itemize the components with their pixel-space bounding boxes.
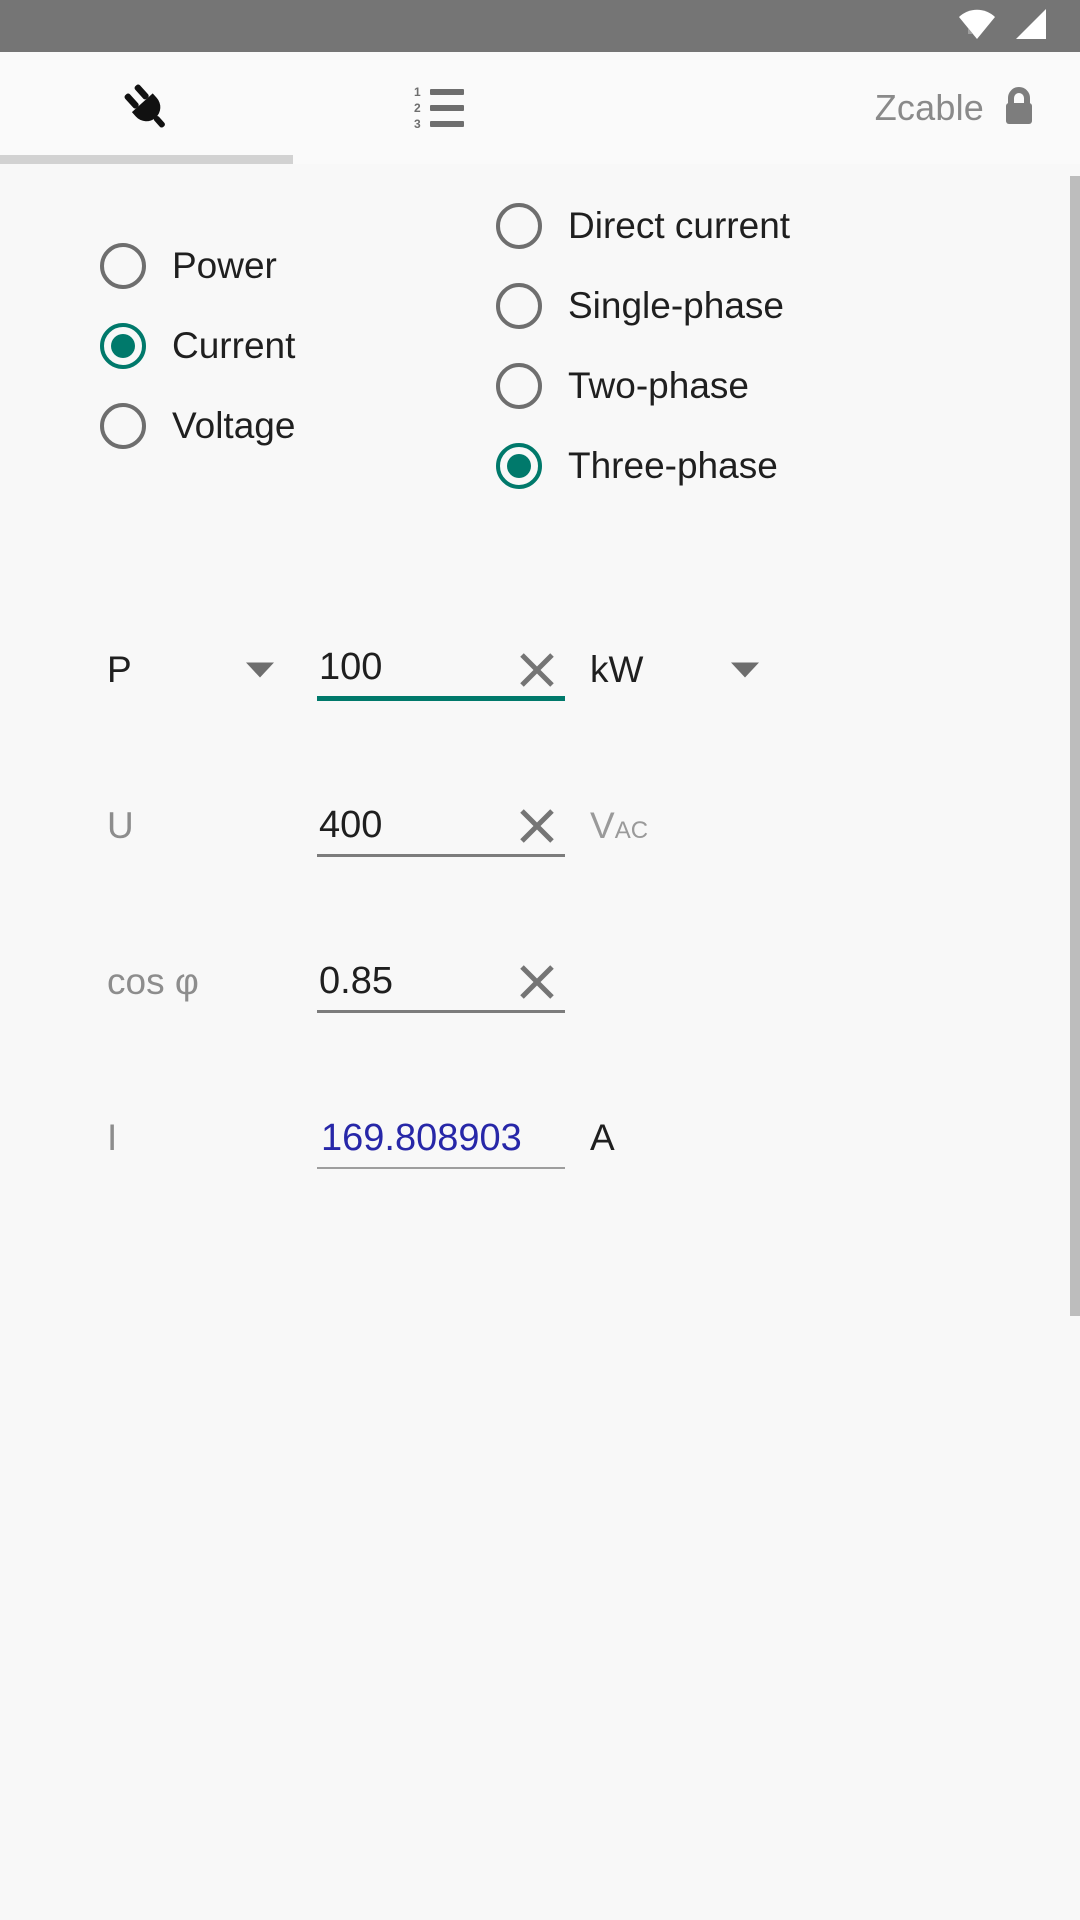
tab-indicator xyxy=(0,155,293,164)
radio-option-power[interactable]: Power xyxy=(100,226,295,306)
radio-option-single-phase[interactable]: Single-phase xyxy=(496,266,790,346)
clear-icon-power[interactable] xyxy=(515,648,559,692)
field-row-power: P 100 kW xyxy=(0,592,1080,748)
radio-label-voltage: Voltage xyxy=(172,405,296,446)
radio-groups: Power Current Voltage Direct current Sin… xyxy=(0,164,1080,584)
field-label-power: P xyxy=(107,649,132,690)
field-unit-voltage: VAC xyxy=(590,805,648,847)
tab-calculator[interactable] xyxy=(0,52,293,164)
field-value-voltage: 400 xyxy=(319,804,383,846)
radio-icon-voltage[interactable] xyxy=(100,403,146,449)
field-label-power-factor: cos φ xyxy=(107,961,199,1002)
app-title: Zcable xyxy=(874,87,984,128)
wifi-icon xyxy=(956,8,998,45)
scrollbar-thumb[interactable] xyxy=(1070,176,1080,1316)
numbered-list-icon: 1 2 3 xyxy=(414,85,466,131)
radio-label-two-phase: Two-phase xyxy=(568,365,749,406)
field-input-current-result: 169.808903 xyxy=(317,1107,565,1169)
field-row-voltage: U 400 VAC xyxy=(0,748,1080,904)
radio-label-direct-current: Direct current xyxy=(568,205,791,246)
chevron-down-icon-power-unit[interactable] xyxy=(731,662,759,678)
field-unit-voltage-sub: AC xyxy=(614,817,649,844)
field-value-current-result: 169.808903 xyxy=(321,1117,522,1159)
radio-label-power: Power xyxy=(172,245,277,286)
radio-option-current[interactable]: Current xyxy=(100,306,295,386)
radio-label-current: Current xyxy=(172,325,296,366)
clear-icon-voltage[interactable] xyxy=(515,804,559,848)
status-bar xyxy=(0,0,1080,52)
field-unit-current-result: A xyxy=(590,1117,615,1158)
radio-option-three-phase[interactable]: Three-phase xyxy=(496,426,790,506)
main-content: Power Current Voltage Direct current Sin… xyxy=(0,164,1080,1920)
quantity-radio-group: Power Current Voltage xyxy=(100,226,295,466)
app-bar: 1 2 3 Zcable xyxy=(0,52,1080,164)
signal-icon xyxy=(1012,8,1050,45)
field-label-current-result: I xyxy=(107,1117,118,1158)
field-row-current-result: I 169.808903 A xyxy=(0,1060,1080,1216)
lock-closed-icon[interactable] xyxy=(1002,86,1036,131)
chevron-down-icon-power-quantity[interactable] xyxy=(246,662,274,678)
radio-label-single-phase: Single-phase xyxy=(568,285,784,326)
field-unit-voltage-main: V xyxy=(590,805,615,846)
clear-icon-power-factor[interactable] xyxy=(515,960,559,1004)
svg-text:2: 2 xyxy=(414,101,421,115)
radio-icon-three-phase[interactable] xyxy=(496,443,542,489)
radio-icon-single-phase[interactable] xyxy=(496,283,542,329)
plug-icon xyxy=(119,80,175,136)
svg-text:1: 1 xyxy=(414,85,421,99)
radio-option-two-phase[interactable]: Two-phase xyxy=(496,346,790,426)
radio-icon-two-phase[interactable] xyxy=(496,363,542,409)
tab-list[interactable]: 1 2 3 xyxy=(293,52,586,164)
radio-label-three-phase: Three-phase xyxy=(568,445,778,486)
status-bar-icons xyxy=(956,8,1050,45)
field-unit-power: kW xyxy=(590,649,644,690)
radio-option-voltage[interactable]: Voltage xyxy=(100,386,295,466)
field-value-power-factor: 0.85 xyxy=(319,960,393,1002)
field-value-power: 100 xyxy=(319,646,383,688)
current-type-radio-group: Direct current Single-phase Two-phase Th… xyxy=(496,186,790,506)
scrollbar-track[interactable] xyxy=(1070,164,1080,1920)
radio-icon-power[interactable] xyxy=(100,243,146,289)
field-list: P 100 kW U 400 VAC cos φ 0.85 I 169.8089… xyxy=(0,584,1080,1216)
radio-icon-direct-current[interactable] xyxy=(496,203,542,249)
field-label-voltage: U xyxy=(107,805,134,846)
radio-icon-current[interactable] xyxy=(100,323,146,369)
svg-text:3: 3 xyxy=(414,117,421,131)
field-row-power-factor: cos φ 0.85 xyxy=(0,904,1080,1060)
radio-option-direct-current[interactable]: Direct current xyxy=(496,186,790,266)
app-title-group: Zcable xyxy=(875,52,1036,164)
